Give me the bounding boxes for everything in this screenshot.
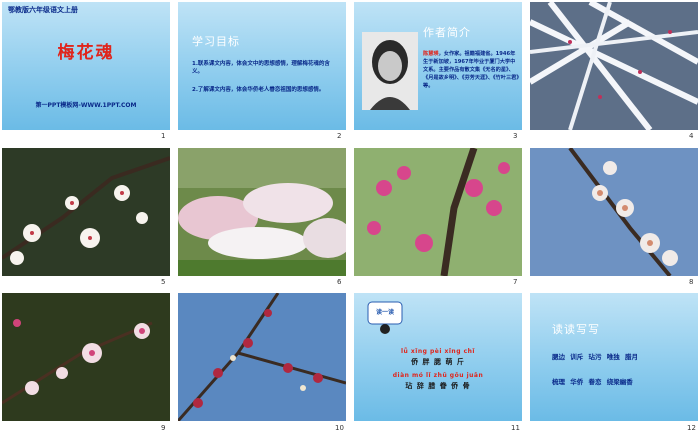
red-plum-photo bbox=[178, 293, 346, 421]
slide-title: 作者简介 bbox=[423, 26, 471, 39]
white-plum-photo bbox=[2, 148, 170, 276]
slide-thumbnail-6[interactable] bbox=[178, 148, 346, 276]
slide-number: 6 bbox=[337, 278, 342, 286]
pinyin-row-1: lǚ xǐng pèi xǐng chǐ bbox=[401, 348, 475, 355]
slide-thumbnail-4[interactable] bbox=[530, 2, 698, 130]
hanzi-row-1: 侨 胖 腮 萌 斤 bbox=[411, 358, 465, 366]
word-row-1: 腮边 训斥 玷污 唯独 腊月 bbox=[552, 353, 639, 361]
slide-thumbnail-2[interactable]: 学习目标 1.联系课文内容，体会文中的思想感情，理解梅花魂的含义。 2.了解课文… bbox=[178, 2, 346, 130]
hanzi-row-2: 玷 辞 腊 眷 侨 骨 bbox=[405, 382, 471, 390]
pinyin-row-2: diàn mó lǐ zhū gōu juān bbox=[392, 372, 484, 379]
objective-2: 2.了解课文内容，体会华侨老人眷恋祖国的思想感情。 bbox=[192, 87, 325, 93]
slide-thumbnail-7[interactable] bbox=[354, 148, 522, 276]
slide-number: 1 bbox=[161, 132, 166, 140]
plum-branch-photo bbox=[2, 293, 170, 421]
slide-number: 7 bbox=[513, 278, 518, 286]
snowy-blossom-photo bbox=[530, 148, 698, 276]
snowy-plum-photo bbox=[530, 2, 698, 130]
slide-number: 8 bbox=[689, 278, 694, 286]
badge-label: 读一读 bbox=[375, 309, 394, 316]
author-name: 陈慧瑛 bbox=[423, 51, 439, 57]
plum-orchard-photo bbox=[178, 148, 346, 276]
slide-thumbnail-8[interactable] bbox=[530, 148, 698, 276]
slide-thumbnail-10[interactable] bbox=[178, 293, 346, 421]
author-portrait bbox=[362, 32, 418, 110]
pink-plum-photo bbox=[354, 148, 522, 276]
author-bio: 陈慧瑛，女作家。祖籍福建省。1946年生于新加坡，1967年毕业于厦门大学中文系… bbox=[423, 51, 519, 89]
slide-number: 5 bbox=[161, 278, 166, 286]
slide-thumbnail-9[interactable] bbox=[2, 293, 170, 421]
slide-thumbnail-3[interactable]: 作者简介 陈慧瑛，女作家。祖籍福建省。1946年生于新加坡，1967年毕业于厦门… bbox=[354, 2, 522, 130]
slide-thumbnail-11[interactable]: 读一读 lǚ xǐng pèi xǐng chǐ 侨 胖 腮 萌 斤 diàn … bbox=[354, 293, 522, 421]
slide-title: 学习目标 bbox=[192, 35, 240, 48]
slide-title: 读读写写 bbox=[552, 323, 600, 336]
slide-number: 2 bbox=[337, 132, 342, 140]
slide-header: 鄂教版六年级语文上册 bbox=[8, 6, 78, 14]
slide-number: 3 bbox=[513, 132, 518, 140]
slide-thumbnail-5[interactable] bbox=[2, 148, 170, 276]
slide-number: 4 bbox=[689, 132, 694, 140]
slide-sorter: 鄂教版六年级语文上册 梅花魂 第一PPT模板网-WWW.1PPT.COM 1 学… bbox=[0, 0, 700, 432]
word-row-2: 梳理 华侨 眷恋 绕梁幽香 bbox=[552, 378, 633, 386]
website-text: 第一PPT模板网-WWW.1PPT.COM bbox=[35, 102, 137, 109]
slide-thumbnail-1[interactable]: 鄂教版六年级语文上册 梅花魂 第一PPT模板网-WWW.1PPT.COM bbox=[2, 2, 170, 130]
slide-title: 梅花魂 bbox=[57, 43, 115, 63]
slide-thumbnail-12[interactable]: 读读写写 腮边 训斥 玷污 唯独 腊月 梳理 华侨 眷恋 绕梁幽香 bbox=[530, 293, 698, 421]
objective-1: 1.联系课文内容，体会文中的思想感情，理解梅花魂的含义。 bbox=[192, 61, 330, 75]
